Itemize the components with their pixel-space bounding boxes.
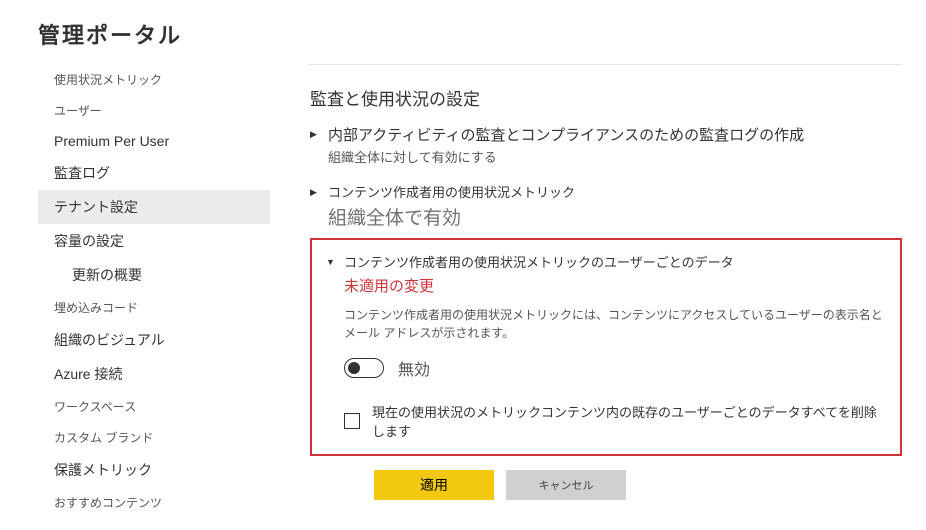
setting-subtext: 組織全体に対して有効にする [328, 147, 902, 166]
cancel-button[interactable]: キャンセル [506, 470, 626, 500]
setting-description: コンテンツ作成者用の使用状況メトリックには、コンテンツにアクセスしているユーザー… [344, 306, 886, 342]
sidebar-item-6[interactable]: 更新の概要 [38, 258, 270, 292]
sidebar-item-4[interactable]: テナント設定 [38, 190, 270, 224]
sidebar-item-0[interactable]: 使用状況メトリック [38, 64, 270, 95]
setting-heading: コンテンツ作成者用の使用状況メトリック [328, 182, 902, 201]
divider [308, 64, 902, 65]
sidebar-item-7[interactable]: 埋め込みコード [38, 292, 270, 323]
caret-icon [310, 124, 328, 147]
checkbox-label: 現在の使用状況のメトリックコンテンツ内の既存のユーザーごとのデータすべてを削除し… [372, 402, 886, 440]
caret-icon[interactable] [326, 252, 344, 275]
toggle-label: 無効 [398, 356, 430, 380]
sidebar-item-10[interactable]: ワークスペース [38, 391, 270, 422]
sidebar-item-8[interactable]: 組織のビジュアル [38, 323, 270, 357]
enable-toggle[interactable] [344, 358, 384, 378]
sidebar-item-3[interactable]: 監査ログ [38, 156, 270, 190]
sidebar-item-1[interactable]: ユーザー [38, 95, 270, 126]
sidebar: 使用状況メトリックユーザーPremium Per User監査ログテナント設定容… [0, 64, 270, 518]
sidebar-item-9[interactable]: Azure 接続 [38, 357, 270, 391]
setting-audit-logs[interactable]: 内部アクティビティの監査とコンプライアンスのための監査ログの作成 組織全体に対し… [310, 124, 902, 166]
delete-existing-checkbox[interactable] [344, 413, 360, 429]
setting-usage-metrics[interactable]: コンテンツ作成者用の使用状況メトリック 組織全体で有効 [310, 182, 902, 230]
setting-heading: 内部アクティビティの監査とコンプライアンスのための監査ログの作成 [328, 124, 902, 145]
apply-button[interactable]: 適用 [374, 470, 494, 500]
sidebar-item-11[interactable]: カスタム ブランド [38, 422, 270, 453]
sidebar-item-2[interactable]: Premium Per User [38, 126, 270, 156]
sidebar-item-5[interactable]: 容量の設定 [38, 224, 270, 258]
unsaved-changes-warning: 未適用の変更 [344, 275, 886, 296]
section-title: 監査と使用状況の設定 [310, 85, 902, 110]
main-panel: 監査と使用状況の設定 内部アクティビティの監査とコンプライアンスのための監査ログ… [270, 64, 926, 518]
sidebar-item-13[interactable]: おすすめコンテンツ [38, 487, 270, 518]
page-title: 管理ポータル [0, 0, 926, 64]
sidebar-item-12[interactable]: 保護メトリック [38, 453, 270, 487]
caret-icon [310, 182, 328, 205]
setting-heading: コンテンツ作成者用の使用状況メトリックのユーザーごとのデータ [344, 252, 886, 271]
setting-per-user-data: コンテンツ作成者用の使用状況メトリックのユーザーごとのデータ 未適用の変更 コン… [310, 238, 902, 456]
setting-status: 組織全体で有効 [328, 203, 902, 230]
